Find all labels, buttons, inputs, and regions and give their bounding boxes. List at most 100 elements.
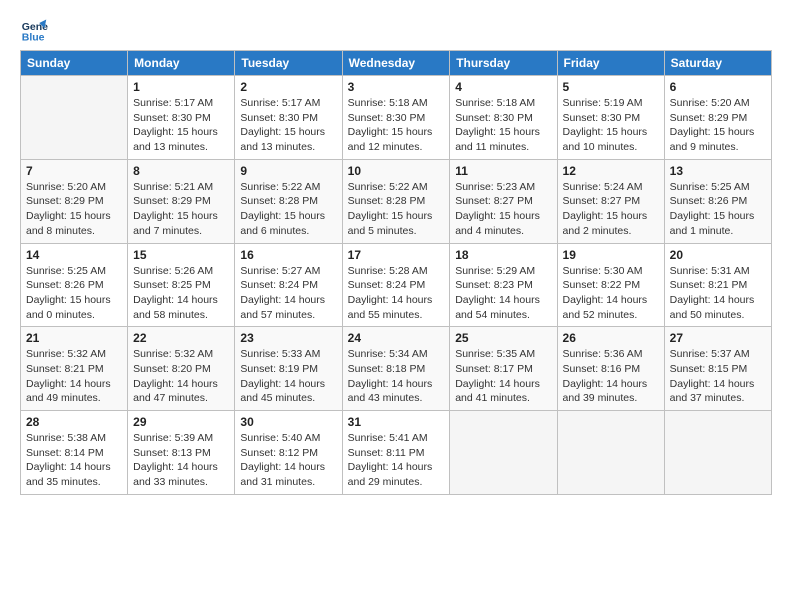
day-number: 19 bbox=[563, 248, 659, 262]
header-cell-thursday: Thursday bbox=[450, 51, 557, 76]
header: General Blue bbox=[20, 16, 772, 44]
day-info: Sunrise: 5:25 AM Sunset: 8:26 PM Dayligh… bbox=[26, 264, 122, 323]
day-number: 4 bbox=[455, 80, 551, 94]
day-info: Sunrise: 5:18 AM Sunset: 8:30 PM Dayligh… bbox=[348, 96, 445, 155]
day-info: Sunrise: 5:18 AM Sunset: 8:30 PM Dayligh… bbox=[455, 96, 551, 155]
day-info: Sunrise: 5:35 AM Sunset: 8:17 PM Dayligh… bbox=[455, 347, 551, 406]
day-cell: 14 Sunrise: 5:25 AM Sunset: 8:26 PM Dayli… bbox=[21, 243, 128, 327]
day-cell: 20 Sunrise: 5:31 AM Sunset: 8:21 PM Dayli… bbox=[664, 243, 771, 327]
day-cell: 5 Sunrise: 5:19 AM Sunset: 8:30 PM Daylig… bbox=[557, 76, 664, 160]
day-number: 26 bbox=[563, 331, 659, 345]
day-cell: 25 Sunrise: 5:35 AM Sunset: 8:17 PM Dayli… bbox=[450, 327, 557, 411]
day-number: 29 bbox=[133, 415, 229, 429]
logo-icon: General Blue bbox=[20, 16, 48, 44]
day-number: 30 bbox=[240, 415, 336, 429]
calendar-table: SundayMondayTuesdayWednesdayThursdayFrid… bbox=[20, 50, 772, 495]
day-cell: 30 Sunrise: 5:40 AM Sunset: 8:12 PM Dayli… bbox=[235, 411, 342, 495]
day-number: 1 bbox=[133, 80, 229, 94]
day-number: 28 bbox=[26, 415, 122, 429]
day-number: 24 bbox=[348, 331, 445, 345]
day-info: Sunrise: 5:34 AM Sunset: 8:18 PM Dayligh… bbox=[348, 347, 445, 406]
day-cell: 7 Sunrise: 5:20 AM Sunset: 8:29 PM Daylig… bbox=[21, 159, 128, 243]
day-info: Sunrise: 5:23 AM Sunset: 8:27 PM Dayligh… bbox=[455, 180, 551, 239]
day-info: Sunrise: 5:17 AM Sunset: 8:30 PM Dayligh… bbox=[240, 96, 336, 155]
day-cell: 15 Sunrise: 5:26 AM Sunset: 8:25 PM Dayli… bbox=[128, 243, 235, 327]
day-number: 9 bbox=[240, 164, 336, 178]
day-number: 8 bbox=[133, 164, 229, 178]
day-cell: 27 Sunrise: 5:37 AM Sunset: 8:15 PM Dayli… bbox=[664, 327, 771, 411]
calendar-header-row: SundayMondayTuesdayWednesdayThursdayFrid… bbox=[21, 51, 772, 76]
day-cell: 13Sunrise: 5:25 AM Sunset: 8:26 PM Dayli… bbox=[664, 159, 771, 243]
header-cell-saturday: Saturday bbox=[664, 51, 771, 76]
day-cell: 22Sunrise: 5:32 AM Sunset: 8:20 PM Dayli… bbox=[128, 327, 235, 411]
day-info: Sunrise: 5:40 AM Sunset: 8:12 PM Dayligh… bbox=[240, 431, 336, 490]
day-cell: 2Sunrise: 5:17 AM Sunset: 8:30 PM Daylig… bbox=[235, 76, 342, 160]
day-info: Sunrise: 5:41 AM Sunset: 8:11 PM Dayligh… bbox=[348, 431, 445, 490]
day-cell: 12 Sunrise: 5:24 AM Sunset: 8:27 PM Dayli… bbox=[557, 159, 664, 243]
day-number: 31 bbox=[348, 415, 445, 429]
day-info: Sunrise: 5:28 AM Sunset: 8:24 PM Dayligh… bbox=[348, 264, 445, 323]
week-row-5: 28 Sunrise: 5:38 AM Sunset: 8:14 PM Dayli… bbox=[21, 411, 772, 495]
day-info: Sunrise: 5:33 AM Sunset: 8:19 PM Dayligh… bbox=[240, 347, 336, 406]
day-cell bbox=[21, 76, 128, 160]
day-info: Sunrise: 5:38 AM Sunset: 8:14 PM Dayligh… bbox=[26, 431, 122, 490]
day-number: 5 bbox=[563, 80, 659, 94]
day-number: 12 bbox=[563, 164, 659, 178]
header-cell-tuesday: Tuesday bbox=[235, 51, 342, 76]
day-cell: 4 Sunrise: 5:18 AM Sunset: 8:30 PM Daylig… bbox=[450, 76, 557, 160]
day-number: 7 bbox=[26, 164, 122, 178]
day-number: 23 bbox=[240, 331, 336, 345]
week-row-4: 21Sunrise: 5:32 AM Sunset: 8:21 PM Dayli… bbox=[21, 327, 772, 411]
header-cell-wednesday: Wednesday bbox=[342, 51, 450, 76]
day-info: Sunrise: 5:26 AM Sunset: 8:25 PM Dayligh… bbox=[133, 264, 229, 323]
week-row-1: 1 Sunrise: 5:17 AM Sunset: 8:30 PM Daylig… bbox=[21, 76, 772, 160]
header-cell-friday: Friday bbox=[557, 51, 664, 76]
logo: General Blue bbox=[20, 16, 52, 44]
day-number: 11 bbox=[455, 164, 551, 178]
day-cell bbox=[450, 411, 557, 495]
day-cell: 23 Sunrise: 5:33 AM Sunset: 8:19 PM Dayli… bbox=[235, 327, 342, 411]
day-cell: 9Sunrise: 5:22 AM Sunset: 8:28 PM Daylig… bbox=[235, 159, 342, 243]
day-number: 6 bbox=[670, 80, 766, 94]
week-row-2: 7 Sunrise: 5:20 AM Sunset: 8:29 PM Daylig… bbox=[21, 159, 772, 243]
day-cell: 17 Sunrise: 5:28 AM Sunset: 8:24 PM Dayli… bbox=[342, 243, 450, 327]
day-info: Sunrise: 5:22 AM Sunset: 8:28 PM Dayligh… bbox=[348, 180, 445, 239]
day-info: Sunrise: 5:24 AM Sunset: 8:27 PM Dayligh… bbox=[563, 180, 659, 239]
day-number: 20 bbox=[670, 248, 766, 262]
week-row-3: 14 Sunrise: 5:25 AM Sunset: 8:26 PM Dayli… bbox=[21, 243, 772, 327]
day-cell bbox=[664, 411, 771, 495]
day-number: 15 bbox=[133, 248, 229, 262]
day-number: 14 bbox=[26, 248, 122, 262]
day-number: 17 bbox=[348, 248, 445, 262]
day-info: Sunrise: 5:30 AM Sunset: 8:22 PM Dayligh… bbox=[563, 264, 659, 323]
day-cell: 8 Sunrise: 5:21 AM Sunset: 8:29 PM Daylig… bbox=[128, 159, 235, 243]
day-cell: 24 Sunrise: 5:34 AM Sunset: 8:18 PM Dayli… bbox=[342, 327, 450, 411]
day-cell: 3Sunrise: 5:18 AM Sunset: 8:30 PM Daylig… bbox=[342, 76, 450, 160]
day-cell: 11 Sunrise: 5:23 AM Sunset: 8:27 PM Dayli… bbox=[450, 159, 557, 243]
day-cell: 10Sunrise: 5:22 AM Sunset: 8:28 PM Dayli… bbox=[342, 159, 450, 243]
day-cell: 16Sunrise: 5:27 AM Sunset: 8:24 PM Dayli… bbox=[235, 243, 342, 327]
day-cell bbox=[557, 411, 664, 495]
day-cell: 6Sunrise: 5:20 AM Sunset: 8:29 PM Daylig… bbox=[664, 76, 771, 160]
day-info: Sunrise: 5:39 AM Sunset: 8:13 PM Dayligh… bbox=[133, 431, 229, 490]
day-number: 27 bbox=[670, 331, 766, 345]
day-info: Sunrise: 5:37 AM Sunset: 8:15 PM Dayligh… bbox=[670, 347, 766, 406]
calendar-body: 1 Sunrise: 5:17 AM Sunset: 8:30 PM Daylig… bbox=[21, 76, 772, 495]
day-info: Sunrise: 5:31 AM Sunset: 8:21 PM Dayligh… bbox=[670, 264, 766, 323]
day-cell: 26 Sunrise: 5:36 AM Sunset: 8:16 PM Dayli… bbox=[557, 327, 664, 411]
day-number: 18 bbox=[455, 248, 551, 262]
day-cell: 29 Sunrise: 5:39 AM Sunset: 8:13 PM Dayli… bbox=[128, 411, 235, 495]
day-info: Sunrise: 5:29 AM Sunset: 8:23 PM Dayligh… bbox=[455, 264, 551, 323]
day-number: 21 bbox=[26, 331, 122, 345]
day-cell: 18 Sunrise: 5:29 AM Sunset: 8:23 PM Dayli… bbox=[450, 243, 557, 327]
day-number: 13 bbox=[670, 164, 766, 178]
header-cell-sunday: Sunday bbox=[21, 51, 128, 76]
day-number: 25 bbox=[455, 331, 551, 345]
day-info: Sunrise: 5:36 AM Sunset: 8:16 PM Dayligh… bbox=[563, 347, 659, 406]
header-cell-monday: Monday bbox=[128, 51, 235, 76]
day-number: 16 bbox=[240, 248, 336, 262]
day-info: Sunrise: 5:19 AM Sunset: 8:30 PM Dayligh… bbox=[563, 96, 659, 155]
day-info: Sunrise: 5:20 AM Sunset: 8:29 PM Dayligh… bbox=[26, 180, 122, 239]
day-info: Sunrise: 5:21 AM Sunset: 8:29 PM Dayligh… bbox=[133, 180, 229, 239]
day-cell: 21Sunrise: 5:32 AM Sunset: 8:21 PM Dayli… bbox=[21, 327, 128, 411]
